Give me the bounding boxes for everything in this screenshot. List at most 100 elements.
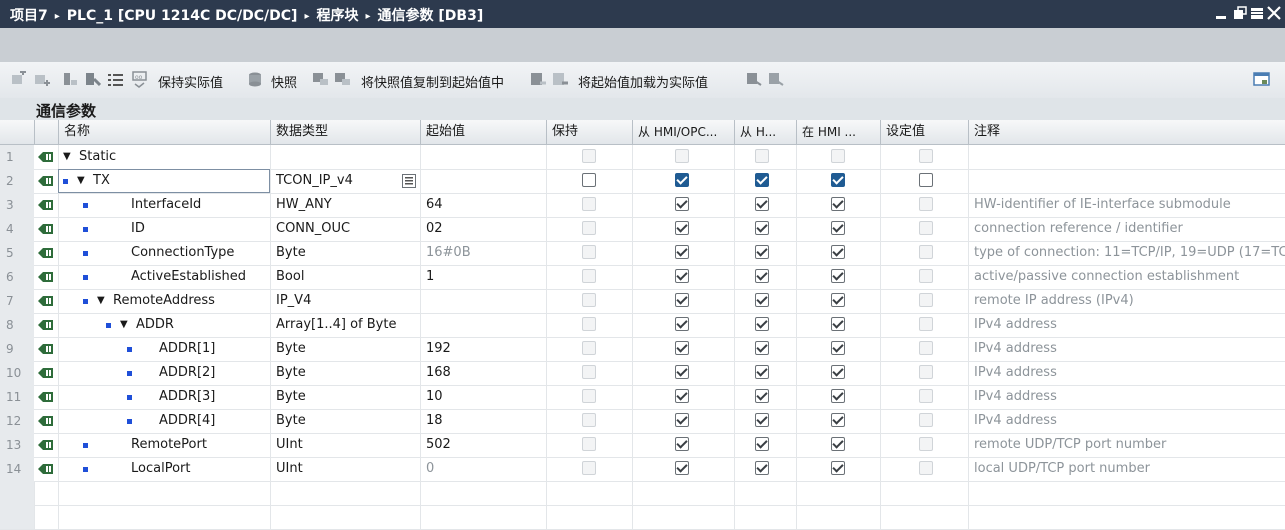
setpoint-checkbox[interactable] xyxy=(919,293,933,307)
name-cell[interactable]: ▼ ADDR xyxy=(58,313,270,337)
empty-row[interactable] xyxy=(0,505,1285,530)
retain-checkbox[interactable] xyxy=(582,173,596,187)
breadcrumb-project[interactable]: 项目7 xyxy=(10,8,48,24)
data-type-cell[interactable]: IP_V4 xyxy=(270,289,420,313)
name-cell[interactable]: ADDR[4] xyxy=(58,409,270,433)
from-hmi-checkbox[interactable] xyxy=(675,413,689,427)
setpoint-checkbox[interactable] xyxy=(919,437,933,451)
start-value-cell[interactable] xyxy=(420,145,546,169)
retain-checkbox[interactable] xyxy=(582,197,596,211)
restore-icon[interactable] xyxy=(1232,4,1248,22)
in-hmi-checkbox[interactable] xyxy=(831,197,845,211)
name-cell[interactable]: ▼ TX xyxy=(58,169,270,193)
start-value-cell[interactable]: 0 xyxy=(420,457,546,481)
name-cell[interactable]: ADDR[1] xyxy=(58,337,270,361)
comment-cell[interactable]: type of connection: 11=TCP/IP, 19=UDP (1… xyxy=(968,241,1285,265)
data-type-cell[interactable]: Array[1..4] of Byte xyxy=(270,313,420,337)
data-type-cell[interactable] xyxy=(270,145,420,169)
from-h-checkbox[interactable] xyxy=(755,149,769,163)
expand-triangle-icon[interactable]: ▼ xyxy=(120,313,128,337)
table-row[interactable]: 9 ADDR[1] Byte 192 IPv4 address xyxy=(0,337,1285,362)
retain-checkbox[interactable] xyxy=(582,245,596,259)
collapse-all-icon[interactable] xyxy=(84,71,101,88)
load-values-icon[interactable] xyxy=(745,71,762,88)
snapshot-db-icon[interactable] xyxy=(247,71,264,88)
retain-checkbox[interactable] xyxy=(582,365,596,379)
from-hmi-checkbox[interactable] xyxy=(675,269,689,283)
setpoint-checkbox[interactable] xyxy=(919,317,933,331)
name-cell[interactable]: ID xyxy=(58,217,270,241)
start-value-cell[interactable]: 18 xyxy=(420,409,546,433)
in-hmi-checkbox[interactable] xyxy=(831,437,845,451)
expand-triangle-icon[interactable]: ▼ xyxy=(97,289,105,313)
in-hmi-checkbox[interactable] xyxy=(831,221,845,235)
minimize-icon[interactable] xyxy=(1213,4,1229,22)
in-hmi-checkbox[interactable] xyxy=(831,149,845,163)
from-h-checkbox[interactable] xyxy=(755,197,769,211)
setpoint-checkbox[interactable] xyxy=(919,221,933,235)
comment-cell[interactable]: remote UDP/TCP port number xyxy=(968,433,1285,457)
window-split-icon[interactable] xyxy=(1253,71,1270,88)
data-type-cell[interactable]: UInt xyxy=(270,457,420,481)
expand-triangle-icon[interactable]: ▼ xyxy=(77,169,85,193)
comment-cell[interactable]: active/passive connection establishment xyxy=(968,265,1285,289)
from-hmi-checkbox[interactable] xyxy=(675,365,689,379)
add-row-icon[interactable] xyxy=(34,71,51,88)
column-header-setpoint[interactable]: 设定值 xyxy=(880,120,968,144)
data-type-cell[interactable]: Byte xyxy=(270,337,420,361)
table-row[interactable]: 8 ▼ ADDR Array[1..4] of Byte IPv4 address xyxy=(0,313,1285,338)
in-hmi-checkbox[interactable] xyxy=(831,389,845,403)
data-type-cell[interactable]: UInt xyxy=(270,433,420,457)
breadcrumb-block[interactable]: 通信参数 [DB3] xyxy=(378,8,484,24)
retain-checkbox[interactable] xyxy=(582,149,596,163)
from-h-checkbox[interactable] xyxy=(755,245,769,259)
setpoint-checkbox[interactable] xyxy=(919,149,933,163)
retain-checkbox[interactable] xyxy=(582,437,596,451)
comment-cell[interactable] xyxy=(968,145,1285,169)
name-cell[interactable]: ConnectionType xyxy=(58,241,270,265)
setpoint-checkbox[interactable] xyxy=(919,173,933,187)
empty-row[interactable] xyxy=(0,481,1285,506)
start-value-cell[interactable]: 192 xyxy=(420,337,546,361)
comment-cell[interactable]: remote IP address (IPv4) xyxy=(968,289,1285,313)
setpoint-checkbox[interactable] xyxy=(919,341,933,355)
column-header-in-hmi[interactable]: 在 HMI ... xyxy=(796,120,880,144)
monitor-icon[interactable]: oo xyxy=(131,71,148,88)
comment-cell[interactable]: IPv4 address xyxy=(968,409,1285,433)
start-value-cell[interactable]: 502 xyxy=(420,433,546,457)
comment-cell[interactable]: IPv4 address xyxy=(968,337,1285,361)
retain-checkbox[interactable] xyxy=(582,341,596,355)
snapshot-copy-icon[interactable] xyxy=(312,71,329,88)
copy-start-icon[interactable] xyxy=(530,71,547,88)
in-hmi-checkbox[interactable] xyxy=(831,317,845,331)
from-hmi-checkbox[interactable] xyxy=(675,461,689,475)
in-hmi-checkbox[interactable] xyxy=(831,365,845,379)
start-value-cell[interactable] xyxy=(420,289,546,313)
from-h-checkbox[interactable] xyxy=(755,365,769,379)
column-header-from-hmi[interactable]: 从 HMI/OPC... xyxy=(632,120,734,144)
setpoint-checkbox[interactable] xyxy=(919,245,933,259)
copy-snapshot-to-start-button[interactable]: 将快照值复制到起始值中 xyxy=(361,72,504,91)
retain-checkbox[interactable] xyxy=(582,461,596,475)
table-row[interactable]: 3 InterfaceId HW_ANY 64 HW-identifier of IE-… xyxy=(0,193,1285,218)
insert-row-icon[interactable] xyxy=(11,71,28,88)
comment-cell[interactable]: HW-identifier of IE-interface submodule xyxy=(968,193,1285,217)
from-h-checkbox[interactable] xyxy=(755,221,769,235)
comment-cell[interactable]: local UDP/TCP port number xyxy=(968,457,1285,481)
retain-checkbox[interactable] xyxy=(582,389,596,403)
in-hmi-checkbox[interactable] xyxy=(831,173,845,187)
column-header-type[interactable]: 数据类型 xyxy=(270,120,420,144)
start-value-cell[interactable]: 02 xyxy=(420,217,546,241)
table-row[interactable]: 1 ▼ Static xyxy=(0,145,1285,170)
start-value-cell[interactable]: 64 xyxy=(420,193,546,217)
from-h-checkbox[interactable] xyxy=(755,413,769,427)
name-cell[interactable]: ADDR[2] xyxy=(58,361,270,385)
from-h-checkbox[interactable] xyxy=(755,461,769,475)
comment-cell[interactable]: IPv4 address xyxy=(968,313,1285,337)
from-hmi-checkbox[interactable] xyxy=(675,293,689,307)
maximize-icon[interactable] xyxy=(1249,4,1265,22)
retain-checkbox[interactable] xyxy=(582,269,596,283)
table-row[interactable]: 12 ADDR[4] Byte 18 IPv4 address xyxy=(0,409,1285,434)
data-type-cell[interactable]: Byte xyxy=(270,241,420,265)
table-row[interactable]: 4 ID CONN_OUC 02 connection reference / iden… xyxy=(0,217,1285,242)
